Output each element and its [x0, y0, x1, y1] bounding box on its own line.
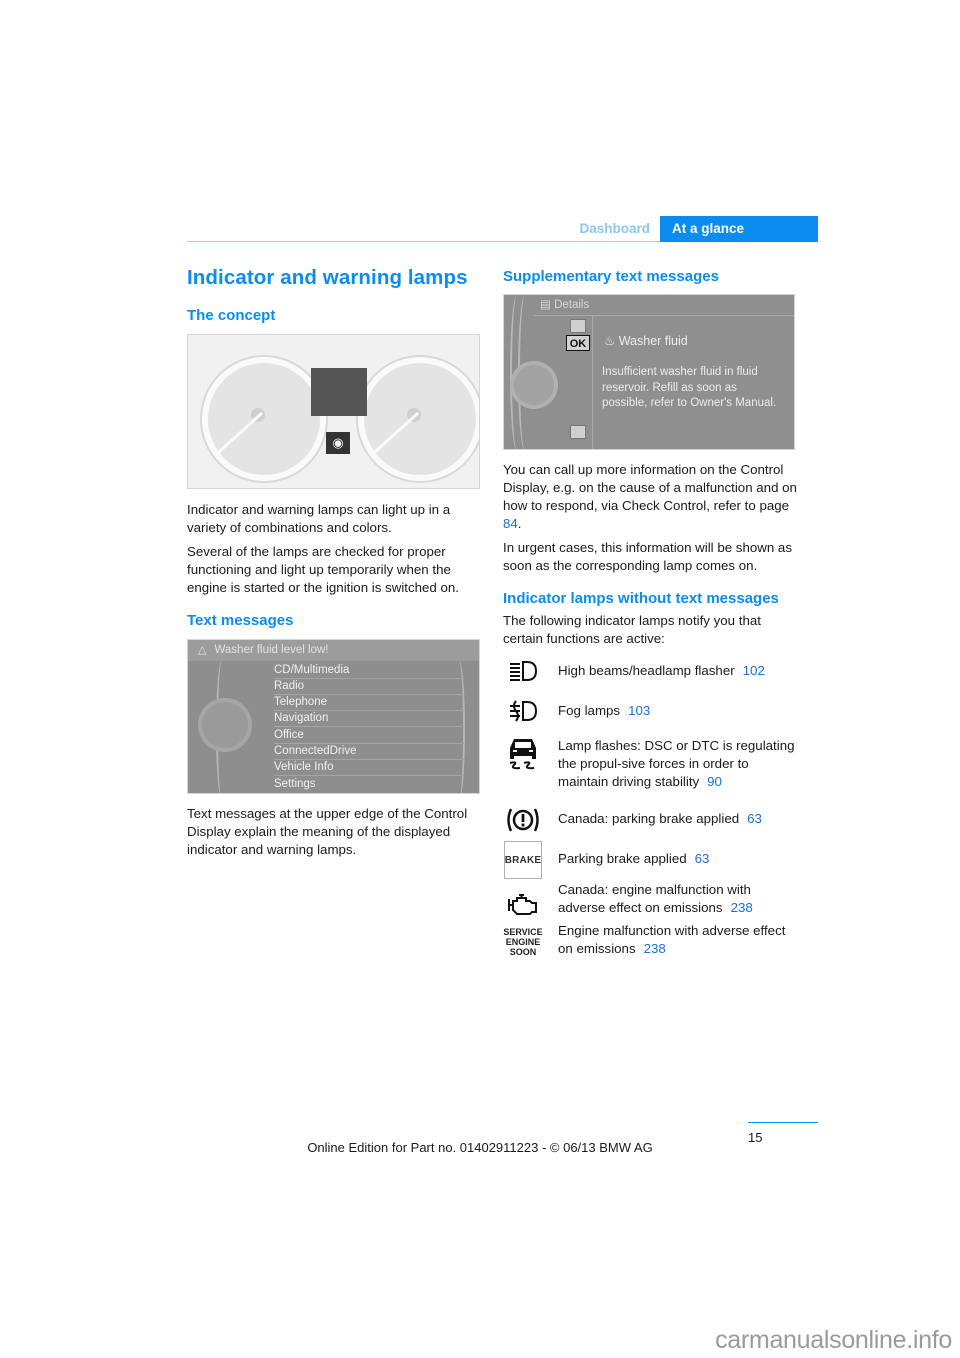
- supplementary-paragraph-1: You can call up more information on the …: [503, 461, 803, 533]
- dsc-skid-icon: [503, 733, 543, 773]
- text-messages-paragraph: Text messages at the upper edge of the C…: [187, 806, 468, 857]
- speedometer-gauge: [202, 357, 326, 481]
- indicator-lamps-heading: Indicator lamps without text messages: [503, 590, 779, 607]
- header-chapter-tab: At a glance: [660, 216, 818, 242]
- menu-warning-bar: △ Washer fluid level low!: [188, 640, 479, 661]
- concept-paragraph-2: Several of the lamps are checked for pro…: [187, 544, 460, 595]
- fog-lamp-icon: [503, 691, 543, 731]
- lamp-text: Canada: engine malfunction with adverse …: [558, 882, 751, 915]
- paragraph-text: You can call up more information on the …: [503, 462, 797, 513]
- details-screen-figure: ▤ Details OK ♨ Washer fluid Insufficient…: [503, 294, 795, 450]
- lamp-list-item: Canada: parking brake applied 63: [503, 800, 803, 838]
- lamp-list-item: Canada: engine malfunction with adverse …: [503, 881, 803, 921]
- service-engine-soon-label: SERVICE ENGINE SOON: [503, 927, 543, 957]
- page-number-rule: [748, 1122, 818, 1123]
- lamp-text: High beams/headlamp flasher: [558, 663, 735, 678]
- instrument-cluster-figure: ◉: [187, 334, 480, 489]
- menu-item: ConnectedDrive: [274, 743, 464, 760]
- details-manual-icon: [570, 425, 586, 439]
- lamp-description: Lamp flashes: DSC or DTC is regulating t…: [558, 737, 798, 791]
- page-title: Indicator and warning lamps: [187, 266, 468, 289]
- indicator-lamp-panel: [311, 368, 367, 416]
- lamp-list-item: SERVICE ENGINE SOON Engine malfunction w…: [503, 922, 803, 962]
- lamp-list-item: Lamp flashes: DSC or DTC is regulating t…: [503, 729, 803, 801]
- lamp-list-item: High beams/headlamp flasher 102: [503, 653, 803, 689]
- header-section-label: Dashboard: [579, 221, 650, 236]
- details-title: Details: [554, 299, 590, 311]
- menu-item: CD/Multimedia: [274, 662, 464, 679]
- page-reference-link[interactable]: 63: [695, 851, 710, 866]
- page-reference-link[interactable]: 84: [503, 516, 518, 531]
- high-beam-icon: [503, 651, 543, 691]
- menu-item: Radio: [274, 678, 464, 695]
- lamp-list-item: Fog lamps 103: [503, 693, 803, 729]
- lamp-list-item: BRAKE Parking brake applied 63: [503, 840, 803, 880]
- supplementary-heading: Supplementary text messages: [503, 268, 719, 285]
- concept-heading: The concept: [187, 307, 276, 324]
- page-reference-link[interactable]: 63: [747, 811, 762, 826]
- lamp-description: Canada: parking brake applied 63: [558, 810, 798, 828]
- concept-text: Indicator and warning lamps can light up…: [187, 501, 480, 597]
- concept-paragraph-1: Indicator and warning lamps can light up…: [187, 502, 451, 535]
- menu-item: Telephone: [274, 694, 464, 711]
- text-messages-heading: Text messages: [187, 612, 294, 629]
- lamp-description: High beams/headlamp flasher 102: [558, 662, 798, 680]
- lamp-description: Fog lamps 103: [558, 702, 798, 720]
- menu-item: Vehicle Info: [274, 759, 464, 776]
- menu-item: Office: [274, 727, 464, 744]
- supplementary-paragraph-2: In urgent cases, this information will b…: [503, 540, 792, 573]
- control-display-menu-figure: △ Washer fluid level low! CD/Multimedia R…: [187, 639, 480, 794]
- engine-icon: [503, 885, 543, 925]
- lamp-text: Parking brake applied: [558, 851, 687, 866]
- page-reference-link[interactable]: 102: [743, 663, 765, 678]
- details-icon: ▤: [540, 299, 551, 311]
- lamp-text: Engine malfunction with adverse effect o…: [558, 923, 786, 956]
- paragraph-text: .: [517, 516, 522, 531]
- details-message-title-text: Washer fluid: [618, 334, 688, 348]
- details-divider: [592, 315, 593, 449]
- supplementary-text: You can call up more information on the …: [503, 461, 803, 575]
- lamp-text: Canada: parking brake applied: [558, 811, 740, 826]
- menu-warning-text: Washer fluid level low!: [214, 644, 329, 656]
- brake-icon: BRAKE: [503, 840, 543, 880]
- menu-item: Settings: [274, 778, 316, 790]
- warning-triangle-icon: △: [198, 644, 207, 656]
- service-engine-soon-icon: SERVICE ENGINE SOON: [503, 922, 543, 962]
- indicator-lamps-intro: The following indicator lamps notify you…: [503, 613, 761, 646]
- lamp-description: Parking brake applied 63: [558, 850, 798, 868]
- page-reference-link[interactable]: 103: [628, 703, 650, 718]
- details-page-icon: [570, 319, 586, 333]
- parking-brake-canada-icon: [503, 800, 543, 840]
- details-message-body: Insufficient washer fluid in fluid reser…: [602, 366, 777, 409]
- watermark: carmanualsonline.info: [715, 1326, 952, 1354]
- lamp-text: Lamp flashes: DSC or DTC is regulating t…: [558, 738, 795, 789]
- lamp-description: Canada: engine malfunction with adverse …: [558, 881, 798, 917]
- details-title-bar: ▤ Details: [534, 295, 794, 316]
- washer-fluid-lamp-icon: ◉: [326, 432, 350, 454]
- page-reference-link[interactable]: 238: [644, 941, 666, 956]
- lamp-text: Fog lamps: [558, 703, 621, 718]
- washer-fluid-icon: ♨: [604, 334, 616, 348]
- controller-knob-icon: [514, 365, 554, 405]
- menu-item: Navigation: [274, 710, 464, 727]
- page-reference-link[interactable]: 238: [731, 900, 753, 915]
- brake-label: BRAKE: [504, 841, 542, 879]
- controller-knob-icon: [202, 702, 248, 748]
- details-message-title: ♨ Washer fluid: [604, 333, 688, 348]
- ok-label: OK: [566, 335, 590, 351]
- edition-footer: Online Edition for Part no. 01402911223 …: [307, 1140, 653, 1155]
- page-reference-link[interactable]: 90: [707, 774, 722, 789]
- lamp-description: Engine malfunction with adverse effect o…: [558, 922, 798, 958]
